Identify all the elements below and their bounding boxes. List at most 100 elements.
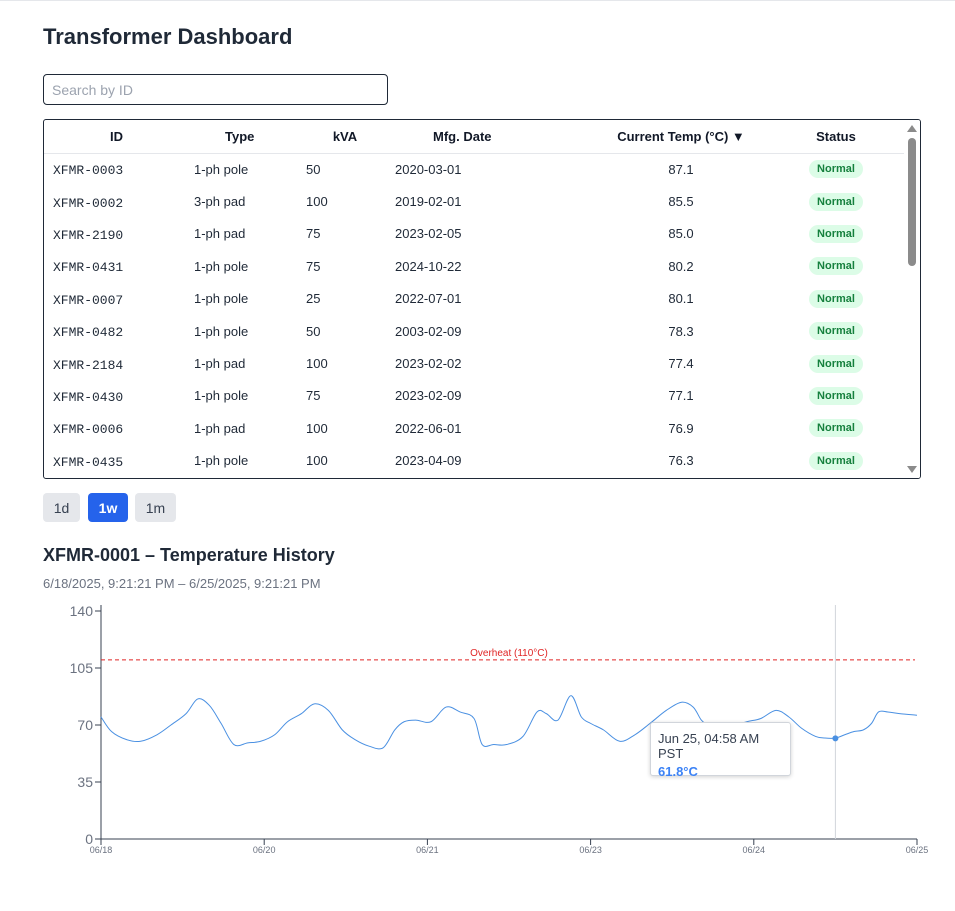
y-tick-label: 140 bbox=[70, 603, 94, 619]
column-header-status[interactable]: Status bbox=[766, 120, 906, 154]
table-body: XFMR-0003 1-ph pole 50 2020-03-01 87.1 Normal… bbox=[44, 153, 906, 477]
cell-current-temp: 77.1 bbox=[668, 388, 694, 404]
cell-id: XFMR-0006 bbox=[53, 422, 124, 438]
table-row[interactable]: XFMR-0003 1-ph pole 50 2020-03-01 87.1 Normal bbox=[44, 153, 906, 185]
cell-type: 1-ph pole bbox=[194, 323, 249, 339]
search-input[interactable] bbox=[43, 74, 388, 105]
cell-status: Normal bbox=[766, 380, 906, 412]
table-row[interactable]: XFMR-2184 1-ph pad 100 2023-02-02 77.4 Normal bbox=[44, 347, 906, 379]
cell-type: 1-ph pole bbox=[194, 258, 249, 274]
cell-mfg-date: 2023-02-05 bbox=[395, 226, 462, 242]
cell-current-temp: 77.4 bbox=[668, 356, 694, 372]
x-tick-label: 06/23 bbox=[579, 845, 602, 855]
cell-type: 1-ph pad bbox=[194, 420, 246, 436]
y-tick-label: 105 bbox=[70, 660, 94, 676]
column-header-id[interactable]: ID bbox=[44, 120, 189, 154]
cell-type: 1-ph pole bbox=[194, 291, 249, 307]
table-row[interactable]: XFMR-0482 1-ph pole 50 2003-02-09 78.3 Normal bbox=[44, 315, 906, 347]
scroll-up-arrow-icon[interactable] bbox=[907, 125, 917, 132]
scroll-thumb[interactable] bbox=[908, 138, 916, 266]
status-badge: Normal bbox=[809, 289, 863, 308]
cell-status: Normal bbox=[766, 445, 906, 477]
scroll-down-arrow-icon[interactable] bbox=[907, 466, 917, 473]
table-row[interactable]: XFMR-0431 1-ph pole 75 2024-10-22 80.2 Normal bbox=[44, 250, 906, 282]
x-tick-label: 06/21 bbox=[416, 845, 439, 855]
cell-id: XFMR-2190 bbox=[53, 227, 124, 243]
cell-current-temp: 78.3 bbox=[668, 323, 694, 339]
cell-kva: 75 bbox=[306, 226, 321, 242]
cell-type: 1-ph pole bbox=[194, 388, 249, 404]
cell-current-temp: 87.1 bbox=[668, 161, 694, 177]
tooltip-time: Jun 25, 04:58 AM PST bbox=[658, 731, 760, 761]
cell-mfg-date: 2003-02-09 bbox=[395, 323, 462, 339]
status-badge: Normal bbox=[809, 257, 863, 276]
column-header-kva[interactable]: kVA bbox=[299, 120, 391, 154]
table-row[interactable]: XFMR-0435 1-ph pole 100 2023-04-09 76.3 Norma… bbox=[44, 445, 906, 477]
table-row[interactable]: XFMR-0006 1-ph pad 100 2022-06-01 76.9 Normal bbox=[44, 412, 906, 444]
column-header-current-temp[interactable]: Current Temp (°C) ▼ bbox=[551, 120, 766, 154]
cell-type: 1-ph pad bbox=[194, 226, 246, 242]
cell-status: Normal bbox=[766, 347, 906, 379]
temperature-chart[interactable]: 03570105140 06/18 06/20 06/21 06/23 06/24 06/… bbox=[0, 597, 955, 867]
cell-kva: 100 bbox=[306, 453, 328, 469]
table-row[interactable]: XFMR-0002 3-ph pad 100 2019-02-01 85.5 Normal bbox=[44, 185, 906, 217]
cell-status: Normal bbox=[766, 250, 906, 282]
cell-status: Normal bbox=[766, 283, 906, 315]
cell-current-temp: 85.5 bbox=[668, 194, 694, 210]
cell-kva: 75 bbox=[306, 258, 321, 274]
cell-status: Normal bbox=[766, 315, 906, 347]
cell-kva: 100 bbox=[306, 194, 328, 210]
status-badge: Normal bbox=[809, 160, 863, 179]
chart-tooltip: Jun 25, 04:58 AM PST 61.8°C bbox=[650, 722, 791, 779]
cell-mfg-date: 2020-03-01 bbox=[395, 161, 462, 177]
cell-current-temp: 85.0 bbox=[668, 226, 694, 242]
range-button-1m[interactable]: 1m bbox=[135, 493, 176, 522]
table-row[interactable]: XFMR-0007 1-ph pole 25 2022-07-01 80.1 Normal bbox=[44, 283, 906, 315]
table-row[interactable]: XFMR-2190 1-ph pad 75 2023-02-05 85.0 Normal bbox=[44, 218, 906, 250]
cell-mfg-date: 2022-07-01 bbox=[395, 291, 462, 307]
cell-current-temp: 80.1 bbox=[668, 291, 694, 307]
column-header-type[interactable]: Type bbox=[189, 120, 299, 154]
cell-mfg-date: 2024-10-22 bbox=[395, 258, 462, 274]
status-badge: Normal bbox=[809, 451, 863, 470]
cell-mfg-date: 2023-02-02 bbox=[395, 356, 462, 372]
cell-id: XFMR-0430 bbox=[53, 389, 124, 405]
status-badge: Normal bbox=[809, 419, 863, 438]
hover-point[interactable] bbox=[832, 735, 839, 742]
cell-kva: 100 bbox=[306, 420, 328, 436]
x-tick-label: 06/24 bbox=[743, 845, 766, 855]
cell-id: XFMR-0482 bbox=[53, 325, 124, 341]
status-badge: Normal bbox=[809, 192, 863, 211]
cell-type: 1-ph pad bbox=[194, 356, 246, 372]
cell-status: Normal bbox=[766, 412, 906, 444]
column-header-mfg-date[interactable]: Mfg. Date bbox=[391, 120, 551, 154]
cell-kva: 25 bbox=[306, 291, 321, 307]
status-badge: Normal bbox=[809, 386, 863, 405]
cell-type: 3-ph pad bbox=[194, 194, 246, 210]
cell-id: XFMR-0007 bbox=[53, 292, 124, 308]
range-button-1d[interactable]: 1d bbox=[43, 493, 80, 522]
cell-kva: 50 bbox=[306, 161, 321, 177]
cell-current-temp: 80.2 bbox=[668, 258, 694, 274]
threshold-label: Overheat (110°C) bbox=[470, 648, 548, 659]
cell-id: XFMR-2184 bbox=[53, 357, 124, 373]
cell-kva: 75 bbox=[306, 388, 321, 404]
table-row[interactable]: XFMR-0430 1-ph pole 75 2023-02-09 77.1 Normal bbox=[44, 380, 906, 412]
cell-current-temp: 76.3 bbox=[668, 453, 694, 469]
cell-id: XFMR-0002 bbox=[53, 195, 124, 211]
table-scrollbar[interactable] bbox=[904, 120, 920, 478]
status-badge: Normal bbox=[809, 354, 863, 373]
cell-mfg-date: 2019-02-01 bbox=[395, 194, 462, 210]
cell-current-temp: 76.9 bbox=[668, 420, 694, 436]
cell-id: XFMR-0431 bbox=[53, 260, 124, 276]
cell-status: Normal bbox=[766, 185, 906, 217]
cell-type: 1-ph pole bbox=[194, 161, 249, 177]
table-header-row: ID Type kVA Mfg. Date Current Temp (°C) … bbox=[44, 120, 906, 154]
chart-title: XFMR-0001 – Temperature History bbox=[43, 545, 335, 565]
cell-status: Normal bbox=[766, 218, 906, 250]
status-badge: Normal bbox=[809, 224, 863, 243]
range-button-1w[interactable]: 1w bbox=[88, 493, 128, 522]
y-tick-label: 70 bbox=[77, 717, 93, 733]
cell-kva: 50 bbox=[306, 323, 321, 339]
cell-type: 1-ph pole bbox=[194, 453, 249, 469]
